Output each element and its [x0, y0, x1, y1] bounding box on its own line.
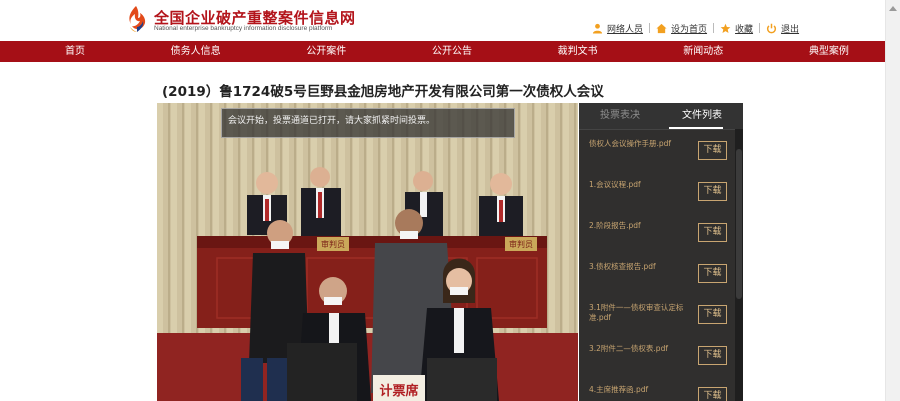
nav-item-home[interactable]: 首页: [65, 41, 85, 62]
download-button[interactable]: 下载: [698, 141, 727, 160]
file-item: 4.主席推荐函.pdf 下载: [587, 379, 732, 401]
top-link-label: 收藏: [735, 24, 754, 35]
file-name[interactable]: 1.会议议程.pdf: [589, 180, 689, 190]
download-button[interactable]: 下载: [698, 182, 727, 201]
nav-item-public-cases[interactable]: 公开案件: [306, 41, 346, 62]
file-name[interactable]: 2.阶段报告.pdf: [589, 221, 689, 231]
download-button[interactable]: 下载: [698, 387, 727, 401]
user-icon: [592, 23, 603, 34]
file-name[interactable]: 债权人会议操作手册.pdf: [589, 139, 689, 149]
bench-sign-right: 审判员: [509, 239, 533, 249]
divider: [759, 23, 761, 33]
nav-item-debtor-info[interactable]: 债务人信息: [171, 41, 221, 62]
main-nav: 首页 债务人信息 公开案件 公开公告 裁判文书 新闻动态 典型案例: [0, 41, 885, 62]
file-item: 3.债权核查报告.pdf 下载: [587, 256, 732, 296]
panel-scrollbar[interactable]: [735, 129, 743, 401]
file-item: 债权人会议操作手册.pdf 下载: [587, 133, 732, 173]
star-icon: [720, 23, 731, 33]
divider: [713, 23, 715, 33]
file-item: 2.阶段报告.pdf 下载: [587, 215, 732, 255]
counting-desk-sign: 计票席: [379, 383, 418, 399]
download-button[interactable]: 下载: [698, 264, 727, 283]
tab-voting[interactable]: 投票表决: [579, 103, 661, 129]
scroll-up-arrow-icon[interactable]: [889, 6, 897, 11]
nav-item-typical-cases[interactable]: 典型案例: [809, 41, 849, 62]
meeting-title: (2019）鲁1724破5号巨野县金旭房地产开发有限公司第一次债权人会议: [162, 84, 604, 100]
file-name[interactable]: 3.2附件二—债权表.pdf: [589, 344, 689, 354]
top-link-logout[interactable]: 退出: [766, 22, 799, 35]
panel-tabs: 投票表决 文件列表: [579, 103, 743, 129]
power-icon: [766, 23, 777, 33]
bankruptcy-logo-icon[interactable]: [125, 5, 147, 33]
file-item: 3.1附件一—债权审查认定标准.pdf 下载: [587, 297, 732, 337]
top-link-user[interactable]: 网络人员: [592, 22, 643, 35]
bench-sign-left: 审判员: [321, 239, 345, 249]
site-header: 全国企业破产重整案件信息网 National enterprise bankru…: [0, 0, 885, 41]
nav-item-news[interactable]: 新闻动态: [683, 41, 723, 62]
file-item: 1.会议议程.pdf 下载: [587, 174, 732, 214]
top-link-label: 网络人员: [607, 24, 644, 35]
file-name[interactable]: 3.债权核查报告.pdf: [589, 262, 689, 272]
nav-item-judgments[interactable]: 裁判文书: [558, 41, 598, 62]
file-name[interactable]: 3.1附件一—债权审查认定标准.pdf: [589, 303, 689, 323]
file-name[interactable]: 4.主席推荐函.pdf: [589, 385, 689, 395]
file-panel: 投票表决 文件列表 债权人会议操作手册.pdf 下载 1.会议议程.pdf 下载…: [579, 103, 743, 401]
download-button[interactable]: 下载: [698, 346, 727, 365]
page-scrollbar[interactable]: [885, 0, 900, 401]
home-icon: [656, 23, 667, 33]
divider: [649, 23, 651, 33]
download-button[interactable]: 下载: [698, 305, 727, 324]
meeting-video[interactable]: 审判员 审判员 计票席 会议开始，投票通道已打开，请大家抓紧时间投票。: [157, 103, 578, 401]
nav-item-public-notices[interactable]: 公开公告: [432, 41, 472, 62]
download-button[interactable]: 下载: [698, 223, 727, 242]
top-link-label: 退出: [781, 24, 800, 35]
tab-file-list[interactable]: 文件列表: [661, 103, 743, 129]
meeting-notice-overlay: 会议开始，投票通道已打开，请大家抓紧时间投票。: [221, 108, 515, 138]
top-links: 网络人员 设为首页 收藏 退出: [592, 21, 799, 35]
panel-scrollbar-thumb[interactable]: [736, 149, 742, 299]
site-subtitle: National enterprise bankruptcy informati…: [154, 25, 333, 32]
file-item: 3.2附件二—债权表.pdf 下载: [587, 338, 732, 378]
page: 全国企业破产重整案件信息网 National enterprise bankru…: [0, 0, 900, 401]
meeting-scene-image: 审判员 审判员 计票席: [157, 103, 578, 401]
top-link-set-home[interactable]: 设为首页: [656, 22, 707, 35]
top-link-label: 设为首页: [671, 24, 708, 35]
top-link-favorite[interactable]: 收藏: [720, 22, 753, 35]
